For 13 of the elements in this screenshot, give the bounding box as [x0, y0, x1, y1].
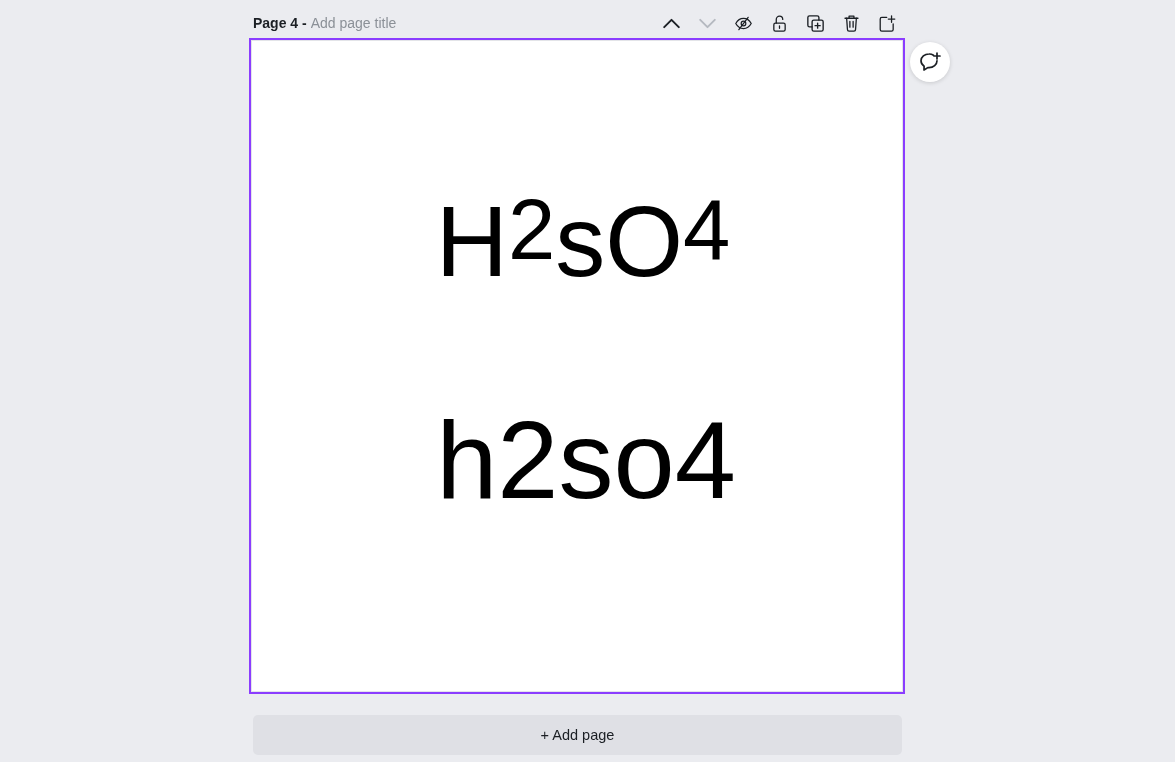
eye-slash-icon	[734, 14, 752, 32]
page-title-field[interactable]: Add page title	[310, 15, 411, 31]
add-page-button[interactable]: + Add page	[253, 715, 902, 755]
duplicate-icon	[806, 14, 824, 32]
trash-icon	[842, 14, 860, 32]
add-comment-button[interactable]	[910, 42, 950, 82]
comment-plus-icon	[919, 52, 941, 72]
unlocked-padlock-icon	[770, 14, 788, 32]
canvas-text[interactable]: h2so4	[436, 405, 736, 515]
design-page[interactable]: H$^{2}$sO$^{4}$ h2so4	[249, 38, 905, 694]
page-number-label: Page 4 -	[253, 15, 307, 31]
canvas-text[interactable]: H$^{2}$sO$^{4}$	[435, 191, 731, 291]
add-page-icon	[878, 14, 896, 32]
